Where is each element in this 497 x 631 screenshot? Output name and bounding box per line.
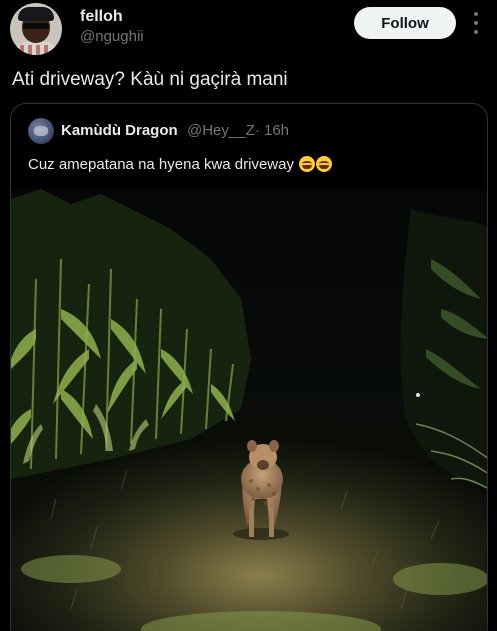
quoted-media-image[interactable] xyxy=(11,189,487,631)
quoted-post-card[interactable]: Kamùdù Dragon @Hey__Z · 16h Cuz amepatan… xyxy=(10,103,488,631)
author-avatar[interactable] xyxy=(10,3,62,55)
avatar-glasses xyxy=(23,23,49,29)
night-hyena-photo xyxy=(11,189,487,631)
post-header: felloh @ngughii Follow xyxy=(0,0,497,60)
quoted-author-name: Kamùdù Dragon xyxy=(61,122,178,139)
quoted-author-avatar[interactable] xyxy=(28,118,54,144)
author-display-name[interactable]: felloh xyxy=(80,8,123,26)
quoted-text: Cuz amepatana na hyena kwa driveway xyxy=(28,156,333,173)
quoted-separator: · xyxy=(255,122,260,139)
author-handle[interactable]: @ngughii xyxy=(80,28,144,45)
quoted-author-handle: @Hey__Z xyxy=(187,122,255,139)
quoted-text-content: Cuz amepatana na hyena kwa driveway xyxy=(28,156,294,173)
follow-button[interactable]: Follow xyxy=(354,7,456,39)
quoted-timestamp[interactable]: 16h xyxy=(264,122,289,139)
avatar-shirt-pattern xyxy=(20,45,52,55)
more-options-icon[interactable] xyxy=(468,12,484,34)
post-text: Ati driveway? Kàù ni gaçirà mani xyxy=(12,69,288,90)
avatar-cap xyxy=(18,7,54,21)
grinning-squinting-face-icon xyxy=(316,156,333,172)
grinning-squinting-face-icon xyxy=(299,156,316,172)
